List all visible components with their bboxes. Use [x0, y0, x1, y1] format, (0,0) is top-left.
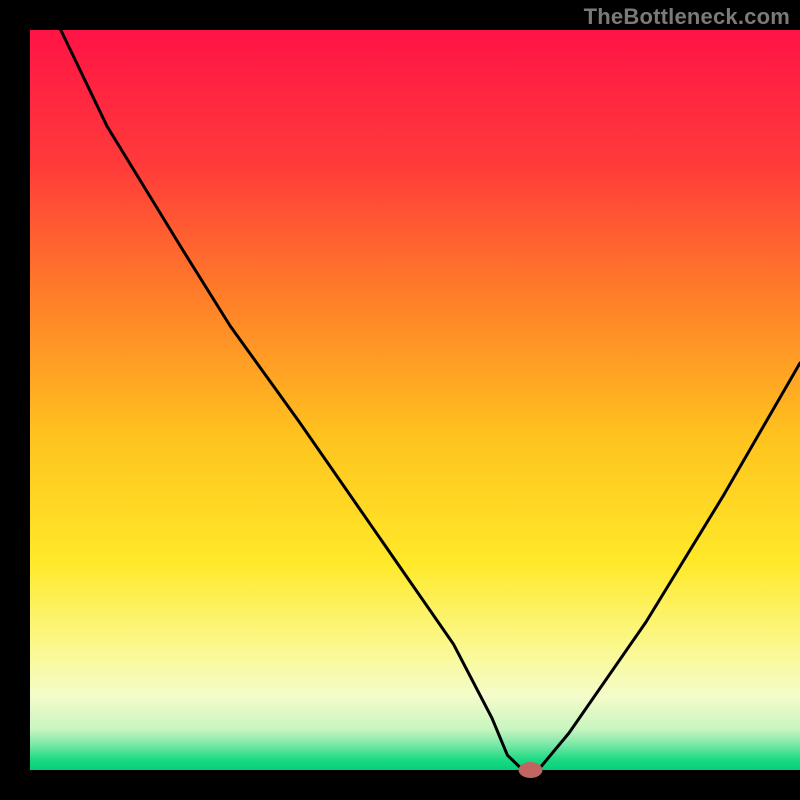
- bottleneck-chart: [0, 0, 800, 800]
- chart-frame: TheBottleneck.com: [0, 0, 800, 800]
- optimal-marker: [519, 762, 543, 778]
- attribution-label: TheBottleneck.com: [584, 4, 790, 30]
- plot-background: [30, 30, 800, 770]
